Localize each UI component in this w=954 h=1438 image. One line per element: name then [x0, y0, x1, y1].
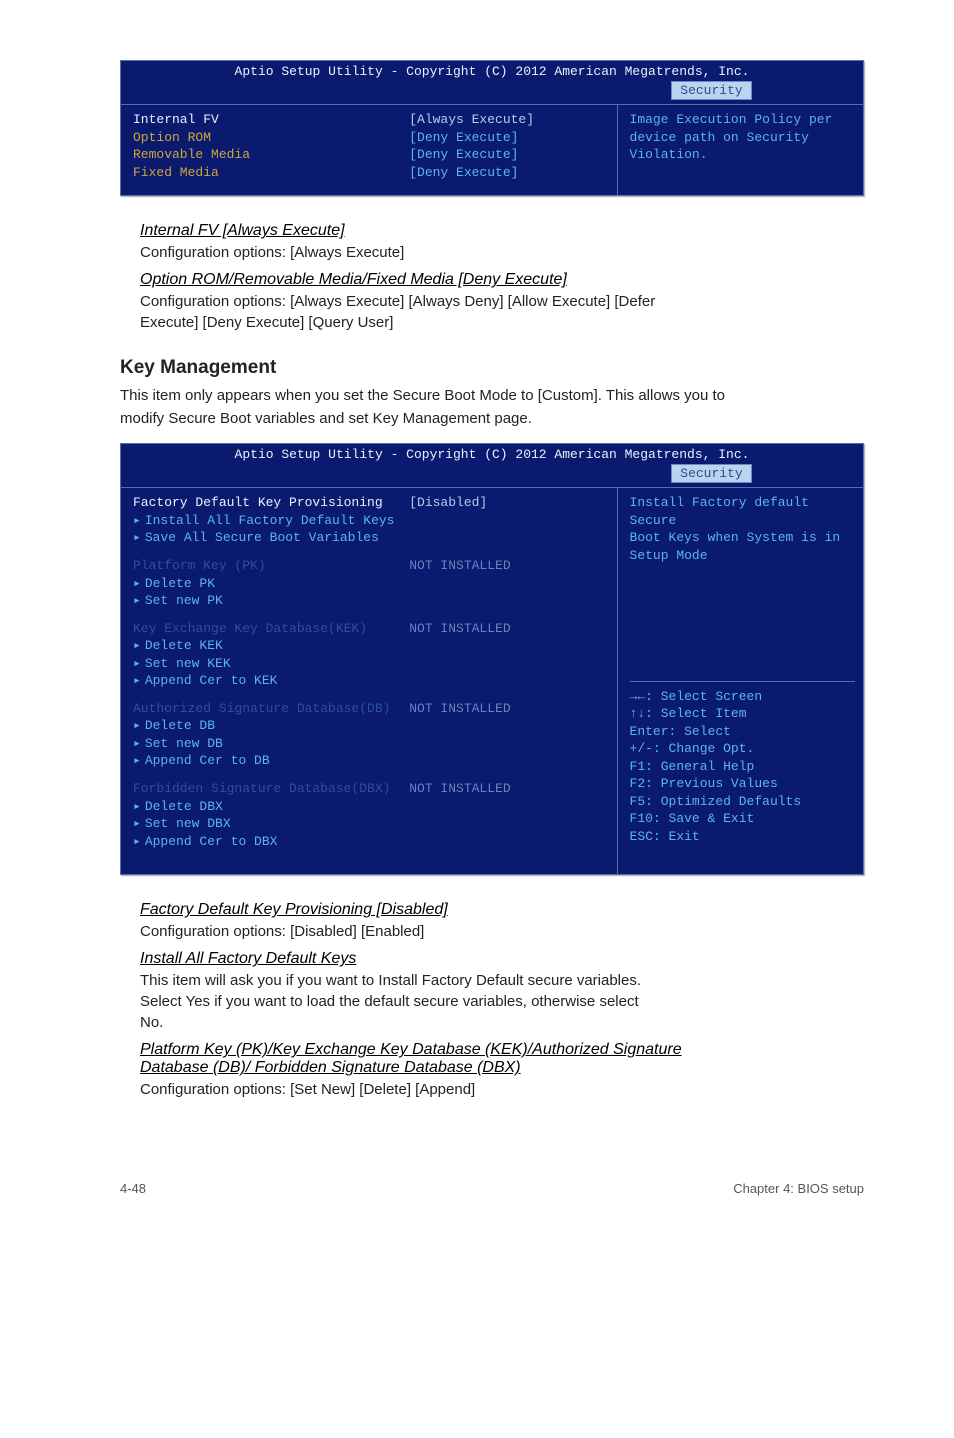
footer-left: 4-48 — [120, 1181, 146, 1196]
item-factory-text: Configuration options: [Disabled] [Enabl… — [120, 921, 864, 942]
key-management-intro1: This item only appears when you set the … — [120, 385, 864, 406]
bios2-row-kek-app: Append Cer to KEK — [133, 672, 607, 690]
bios1-help-line2: device path on Security — [630, 129, 855, 147]
footer-right: Chapter 4: BIOS setup — [733, 1181, 864, 1196]
bios1-row-removable-media: Removable Media [Deny Execute] — [133, 146, 607, 164]
bios2-row-kek: Key Exchange Key Database(KEK) NOT INSTA… — [133, 620, 607, 638]
item-install-title: Install All Factory Default Keys — [140, 950, 356, 967]
item-internal-fv-text: Configuration options: [Always Execute] — [120, 242, 864, 263]
bios2-nav-l2: ↑↓: Select Item — [630, 705, 855, 723]
bios1-header: Aptio Setup Utility - Copyright (C) 2012… — [121, 61, 863, 81]
key-management-intro2: modify Secure Boot variables and set Key… — [120, 408, 864, 429]
bios2-row-kek-set: Set new KEK — [133, 655, 607, 673]
bios2-nav-l3: Enter: Select — [630, 723, 855, 741]
bios1-row-fixed-media: Fixed Media [Deny Execute] — [133, 164, 607, 182]
bios2-row-dbx-set: Set new DBX — [133, 815, 607, 833]
item-option-rom-text1: Configuration options: [Always Execute] … — [120, 291, 864, 312]
bios2-row-dbx-del: Delete DBX — [133, 798, 607, 816]
item-db-text: Configuration options: [Set New] [Delete… — [120, 1079, 864, 1100]
item-install-text3: No. — [120, 1012, 864, 1033]
bios2-row-pk-del: Delete PK — [133, 575, 607, 593]
bios1-help-line1: Image Execution Policy per — [630, 111, 855, 129]
bios2-help-top1: Install Factory default Secure — [630, 494, 855, 529]
bios2-nav-l8: F10: Save & Exit — [630, 810, 855, 828]
bios-screenshot-2: Aptio Setup Utility - Copyright (C) 2012… — [120, 443, 864, 875]
item-db-title2: Database (DB)/ Forbidden Signature Datab… — [140, 1059, 521, 1076]
bios2-nav-l6: F2: Previous Values — [630, 775, 855, 793]
bios2-row-pk: Platform Key (PK) NOT INSTALLED — [133, 557, 607, 575]
bios-screenshot-1: Aptio Setup Utility - Copyright (C) 2012… — [120, 60, 864, 196]
bios1-help-line3: Violation. — [630, 146, 855, 164]
bios2-nav-l4: +/-: Change Opt. — [630, 740, 855, 758]
item-option-rom-text2: Execute] [Deny Execute] [Query User] — [120, 312, 864, 333]
bios2-header: Aptio Setup Utility - Copyright (C) 2012… — [121, 444, 863, 464]
bios2-row-db-app: Append Cer to DB — [133, 752, 607, 770]
bios2-row-pk-set: Set new PK — [133, 592, 607, 610]
bios2-row-db: Authorized Signature Database(DB) NOT IN… — [133, 700, 607, 718]
item-factory-title: Factory Default Key Provisioning [Disabl… — [140, 901, 448, 918]
item-db-title1: Platform Key (PK)/Key Exchange Key Datab… — [140, 1041, 682, 1058]
bios2-row-kek-del: Delete KEK — [133, 637, 607, 655]
bios2-row-db-set: Set new DB — [133, 735, 607, 753]
item-install-text2: Select Yes if you want to load the defau… — [120, 991, 864, 1012]
bios1-row-internal-fv: Internal FV [Always Execute] — [133, 111, 607, 129]
item-install-text1: This item will ask you if you want to In… — [120, 970, 864, 991]
bios1-tab: Security — [671, 81, 751, 101]
bios2-nav-l9: ESC: Exit — [630, 828, 855, 846]
bios2-row-factory: Factory Default Key Provisioning [Disabl… — [133, 494, 607, 512]
bios2-row-dbx-app: Append Cer to DBX — [133, 833, 607, 851]
item-option-rom-title: Option ROM/Removable Media/Fixed Media [… — [140, 271, 567, 288]
bios2-help-top3: Setup Mode — [630, 547, 855, 565]
key-management-heading: Key Management — [120, 357, 864, 379]
bios2-row-install: Install All Factory Default Keys — [133, 512, 607, 530]
bios2-tab: Security — [671, 464, 751, 484]
bios2-nav-l1: →←: Select Screen — [630, 688, 855, 706]
bios1-row-option-rom: Option ROM [Deny Execute] — [133, 129, 607, 147]
bios2-help-top2: Boot Keys when System is in — [630, 529, 855, 547]
bios2-nav-l7: F5: Optimized Defaults — [630, 793, 855, 811]
bios2-nav-l5: F1: General Help — [630, 758, 855, 776]
item-internal-fv-title: Internal FV [Always Execute] — [140, 222, 345, 239]
bios2-row-dbx: Forbidden Signature Database(DBX) NOT IN… — [133, 780, 607, 798]
bios2-row-save: Save All Secure Boot Variables — [133, 529, 607, 547]
bios2-row-db-del: Delete DB — [133, 717, 607, 735]
